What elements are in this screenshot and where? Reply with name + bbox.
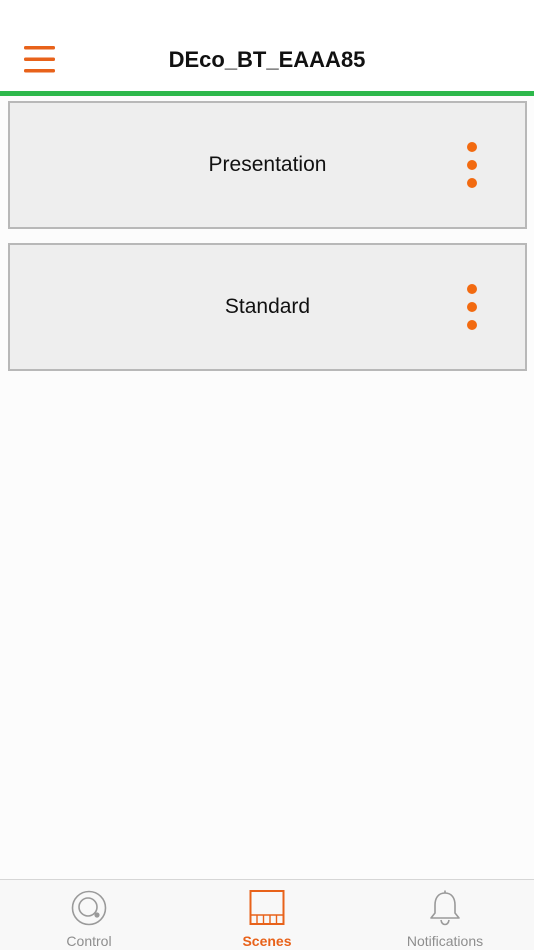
scene-card-standard[interactable]: Standard: [8, 243, 527, 371]
tab-label: Scenes: [242, 933, 292, 949]
scenes-grid-icon: [249, 889, 285, 927]
tab-label: Notifications: [406, 933, 484, 949]
tab-notifications[interactable]: Notifications: [356, 880, 534, 950]
scene-more-button[interactable]: [457, 281, 487, 333]
tab-scenes[interactable]: Scenes: [178, 880, 356, 950]
header: DEco_BT_EAAA85: [0, 0, 534, 96]
scene-card-presentation[interactable]: Presentation: [8, 101, 527, 229]
scene-list: Presentation Standard: [8, 101, 527, 385]
more-vertical-icon: [467, 142, 477, 188]
scene-name: Presentation: [208, 153, 327, 176]
bottom-tab-bar: Control Scenes Notifications: [0, 879, 534, 950]
control-dial-icon: [71, 889, 107, 927]
tab-label: Control: [66, 933, 112, 949]
header-divider: [0, 91, 534, 96]
hamburger-menu-icon: [24, 46, 55, 73]
scene-name: Standard: [224, 295, 311, 318]
bell-icon: [427, 889, 463, 927]
app-root: DEco_BT_EAAA85 Presentation Standard Con…: [0, 0, 534, 950]
more-vertical-icon: [467, 284, 477, 330]
scene-more-button[interactable]: [457, 139, 487, 191]
page-title: DEco_BT_EAAA85: [168, 47, 366, 72]
tab-control[interactable]: Control: [0, 880, 178, 950]
menu-button[interactable]: [14, 36, 64, 82]
